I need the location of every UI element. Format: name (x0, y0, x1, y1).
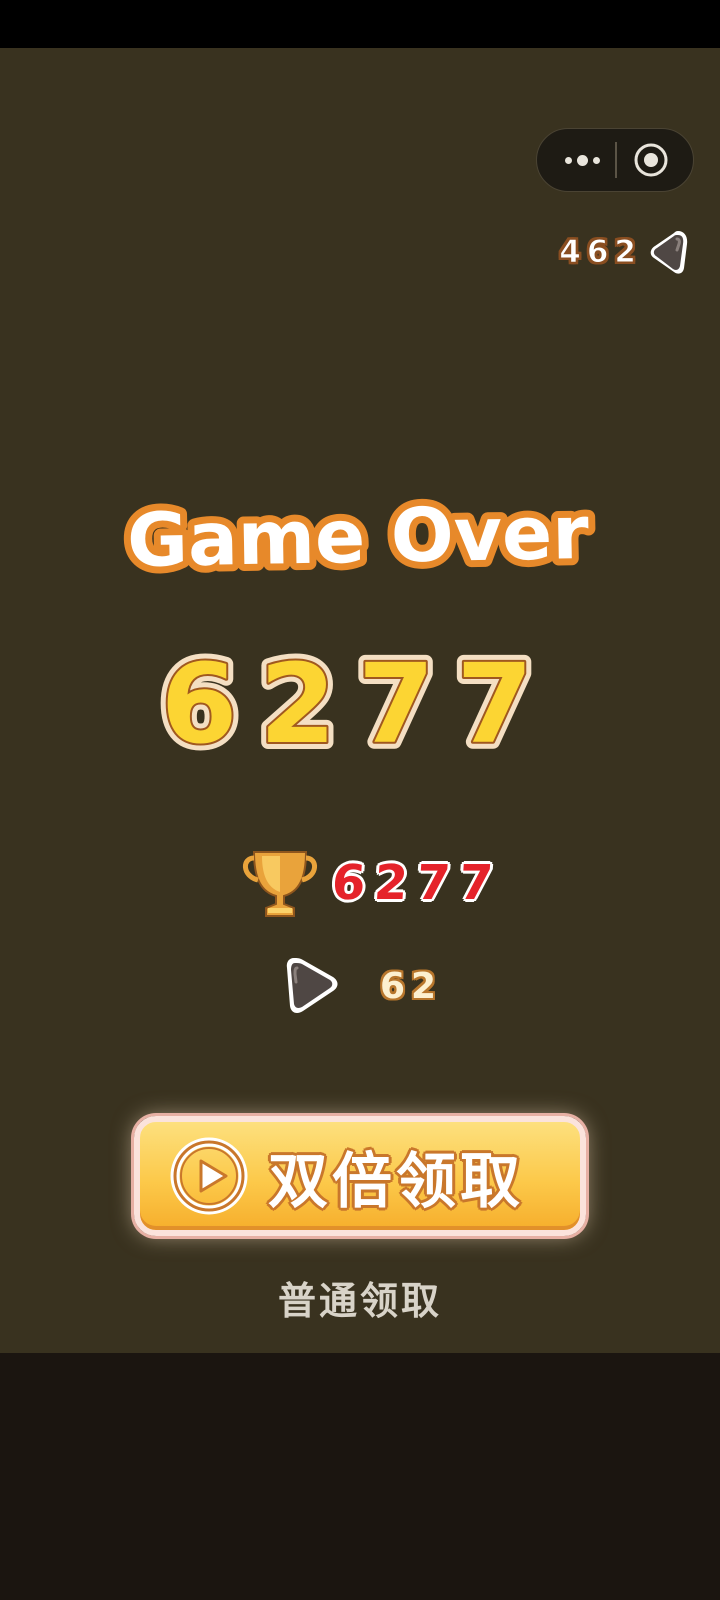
title-area: Game Over (0, 472, 720, 612)
best-score-value: 6277 (330, 855, 504, 911)
play-video-icon (170, 1137, 248, 1215)
close-target-icon[interactable] (633, 142, 669, 178)
reward-value: 62 (380, 965, 443, 1007)
miniprogram-capsule (536, 128, 694, 192)
gem-icon (650, 231, 688, 274)
reward-gem-icon (286, 958, 338, 1014)
score-area: 6277 6277 (0, 633, 720, 775)
capsule-divider (615, 142, 617, 178)
gem-count: 462 (559, 234, 642, 271)
status-bar (0, 0, 720, 48)
final-score-outline: 6277 (161, 640, 555, 768)
game-over-title: Game Over (126, 490, 589, 584)
best-score-row: 6277 (240, 846, 504, 920)
more-icon[interactable] (551, 129, 613, 191)
reward-row: 62 (284, 956, 442, 1016)
trophy-icon (243, 851, 317, 917)
double-claim-label: 双倍领取 (268, 1146, 524, 1217)
normal-claim-button[interactable]: 普通领取 (0, 1270, 720, 1325)
bottom-ground (0, 1353, 720, 1600)
gem-counter: 462 (559, 228, 690, 276)
double-claim-button[interactable]: 双倍领取 (134, 1116, 586, 1236)
